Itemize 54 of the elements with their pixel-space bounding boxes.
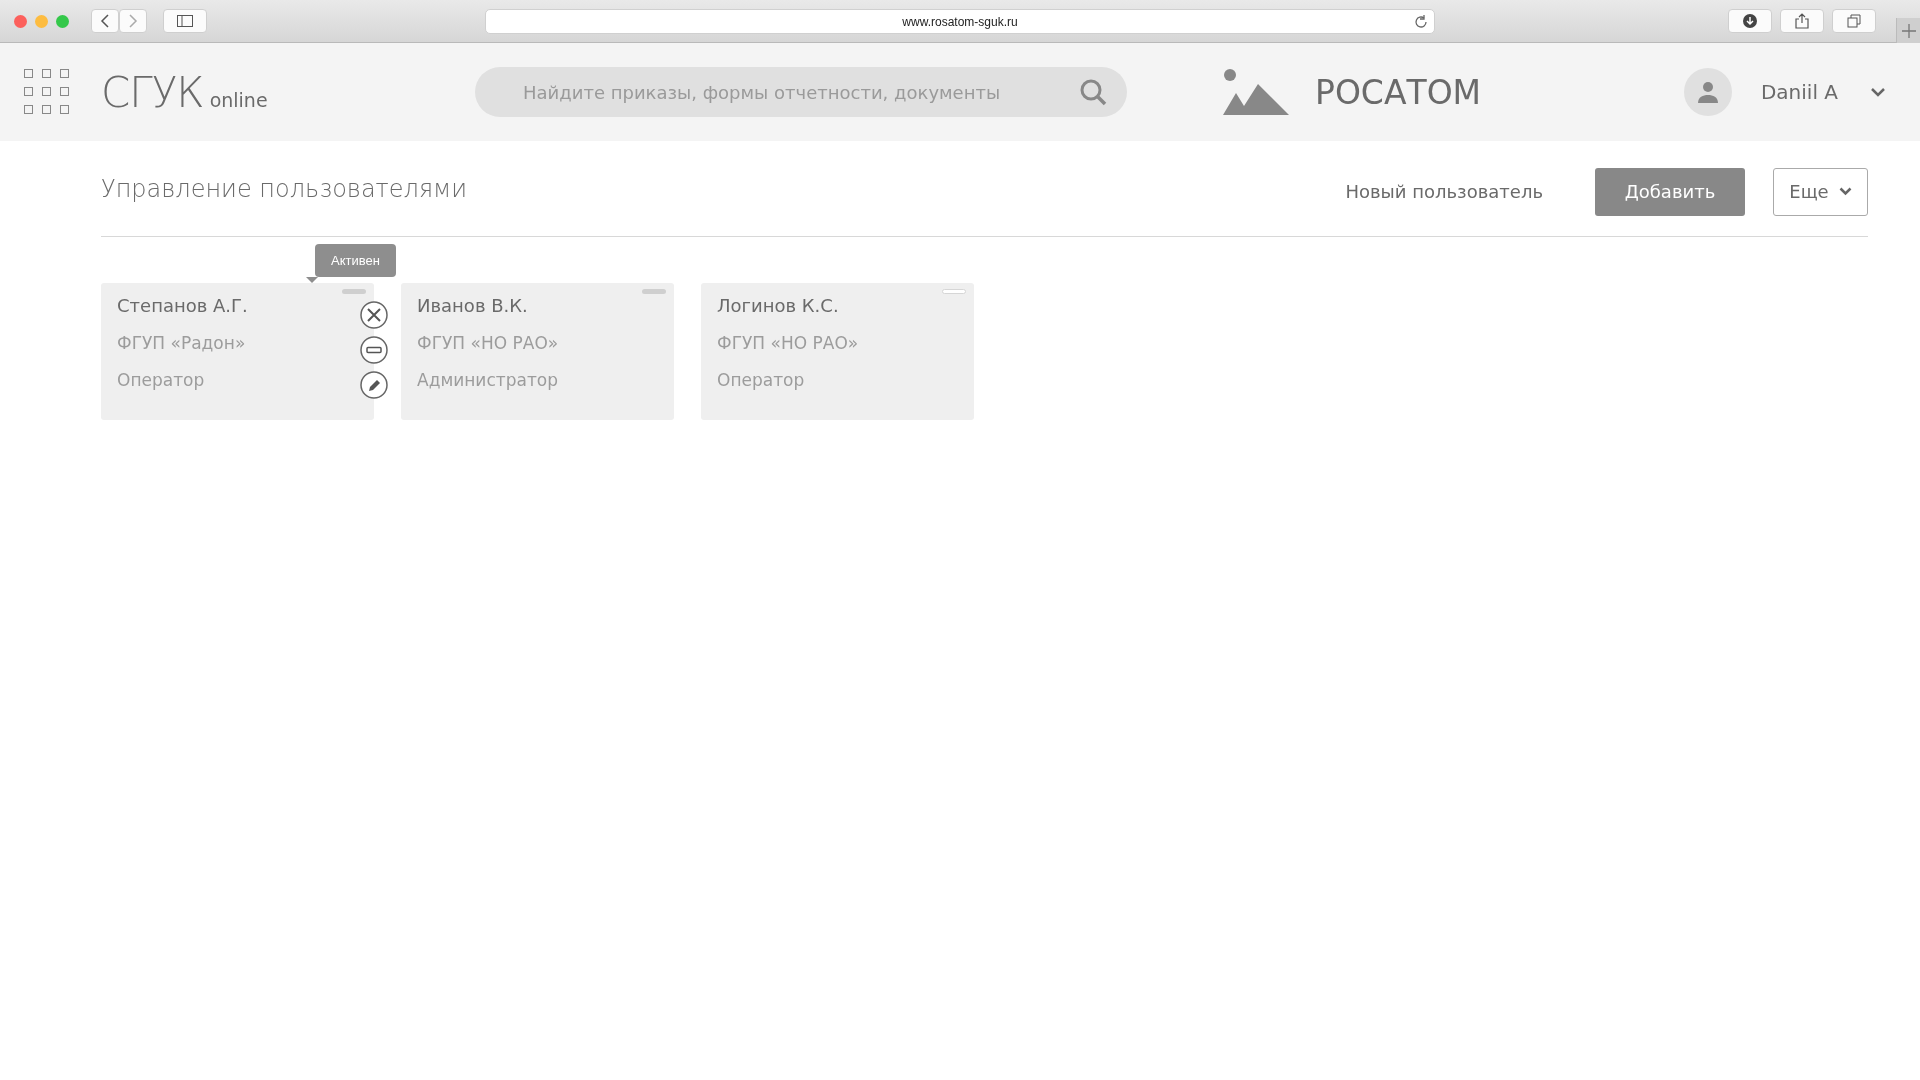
user-card[interactable]: Степанов А.Г. ФГУП «Радон» Оператор <box>101 283 374 420</box>
user-name[interactable]: Daniil A <box>1760 80 1838 104</box>
page-title: Управление пользователями <box>101 174 467 203</box>
chevron-down-icon[interactable] <box>1870 87 1886 97</box>
pencil-icon <box>359 370 389 400</box>
share-button[interactable] <box>1780 9 1824 33</box>
logo-text: СГУК <box>101 67 204 117</box>
user-name-text: Степанов А.Г. <box>117 295 249 316</box>
download-icon <box>1743 14 1757 28</box>
role-text: Оператор <box>717 370 806 390</box>
user-avatar[interactable] <box>1683 68 1732 116</box>
mountain-image-icon <box>1223 68 1289 116</box>
more-dropdown[interactable]: Еще <box>1773 167 1868 216</box>
logo-subtitle: online <box>209 88 268 111</box>
user-card[interactable]: Логинов К.С. ФГУП «НО РАО» Оператор <box>701 283 974 420</box>
url-text: www.rosatom-sguk.ru <box>902 14 1018 29</box>
chevron-right-icon <box>128 14 138 28</box>
user-name-text: Иванов В.К. <box>417 295 529 316</box>
person-icon <box>1696 81 1719 103</box>
minus-circle-icon <box>359 335 389 365</box>
user-name-text: Логинов К.С. <box>717 295 840 316</box>
deactivate-button[interactable] <box>359 335 389 365</box>
brand-name: РОСАТОМ <box>1315 72 1482 112</box>
plus-icon <box>1901 23 1916 38</box>
organization-text: ФГУП «Радон» <box>117 333 247 353</box>
chevron-down-icon <box>1838 187 1852 196</box>
user-card[interactable]: Иванов В.К. ФГУП «НО РАО» Администратор <box>401 283 674 420</box>
apps-grid-icon[interactable] <box>24 69 70 115</box>
chevron-left-icon <box>100 14 110 28</box>
organization-text: ФГУП «НО РАО» <box>417 333 560 353</box>
new-user-link[interactable]: Новый пользователь <box>1345 181 1543 202</box>
search-icon[interactable] <box>1079 78 1107 106</box>
address-bar[interactable]: www.rosatom-sguk.ru <box>485 9 1435 34</box>
role-text: Оператор <box>117 370 206 390</box>
role-text: Администратор <box>417 370 559 390</box>
download-button[interactable] <box>1728 9 1772 33</box>
back-button[interactable] <box>91 9 119 33</box>
close-icon <box>359 300 389 330</box>
tabs-icon <box>1847 14 1861 28</box>
search-field[interactable]: Найдите приказы, формы отчетности, документы <box>475 67 1127 117</box>
tabs-button[interactable] <box>1832 9 1876 33</box>
new-tab-button[interactable] <box>1896 18 1920 43</box>
edit-button[interactable] <box>359 370 389 400</box>
sidebar-icon <box>177 15 193 27</box>
organization-text: ФГУП «НО РАО» <box>717 333 860 353</box>
sidebar-button[interactable] <box>163 9 207 33</box>
maximize-window-button[interactable] <box>56 14 69 28</box>
reload-icon[interactable] <box>1414 15 1428 29</box>
close-window-button[interactable] <box>14 14 27 28</box>
tooltip-pointer <box>306 277 318 283</box>
status-tooltip: Активен <box>315 244 396 277</box>
add-button[interactable]: Добавить <box>1595 167 1745 216</box>
share-icon <box>1795 13 1809 29</box>
close-button[interactable] <box>359 300 389 330</box>
